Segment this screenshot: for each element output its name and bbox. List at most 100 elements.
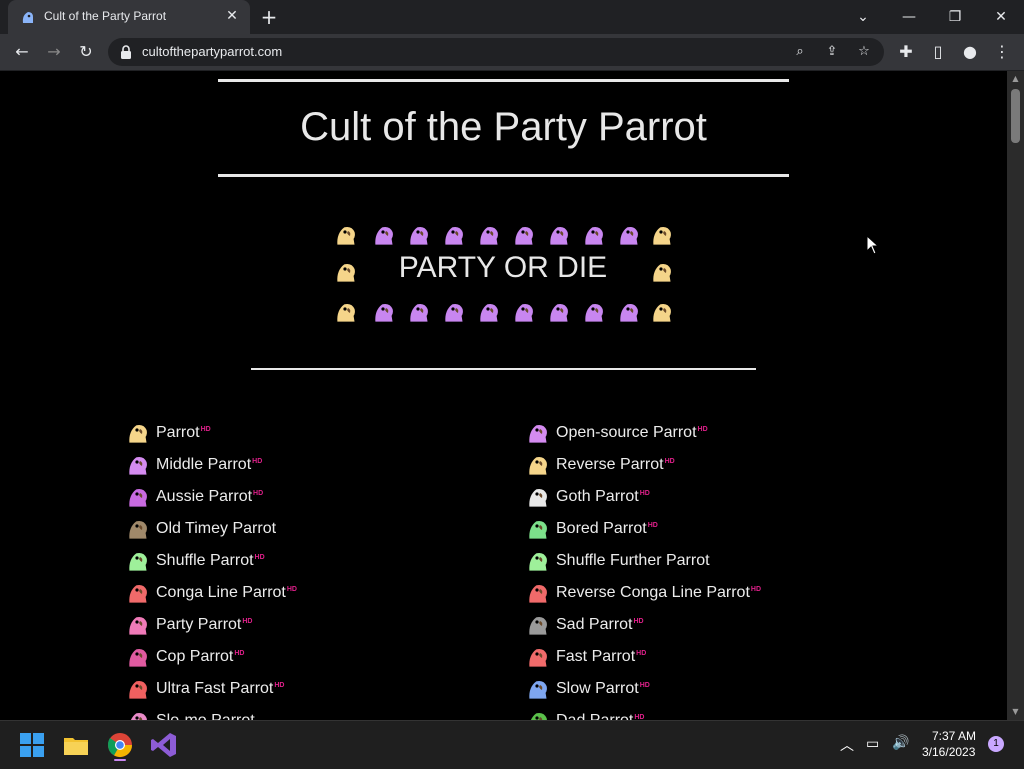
parrot-list-item[interactable]: Old Timey Parrot (126, 517, 466, 541)
parrot-name[interactable]: Reverse Conga Line ParrotHD (556, 584, 761, 602)
parrot-name[interactable]: Slow ParrotHD (556, 680, 650, 698)
parrot-icon[interactable] (526, 645, 550, 669)
parrot-name[interactable]: Slo-mo Parrot (156, 712, 255, 720)
back-button[interactable]: ← (10, 40, 34, 64)
parrot-list-item[interactable]: Conga Line ParrotHD (126, 581, 466, 605)
parrot-icon[interactable] (526, 613, 550, 637)
restore-button[interactable]: ❐ (944, 6, 966, 28)
parrot-name[interactable]: Open-source ParrotHD (556, 424, 708, 442)
parrot-icon[interactable] (126, 581, 150, 605)
parrot-list-item[interactable]: Slo-mo Parrot (126, 709, 466, 720)
parrot-icon[interactable] (126, 485, 150, 509)
hd-badge[interactable]: HD (252, 458, 262, 465)
hd-badge[interactable]: HD (640, 682, 650, 689)
hd-badge[interactable]: HD (640, 490, 650, 497)
clock-time[interactable]: 7:37 AM (932, 729, 976, 743)
parrot-name[interactable]: Reverse ParrotHD (556, 456, 675, 474)
parrot-list-item[interactable]: Party ParrotHD (126, 613, 466, 637)
hd-badge[interactable]: HD (255, 554, 265, 561)
parrot-name[interactable]: Shuffle ParrotHD (156, 552, 265, 570)
parrot-icon[interactable] (126, 645, 150, 669)
parrot-list-item[interactable]: Goth ParrotHD (526, 485, 866, 509)
parrot-icon[interactable] (126, 421, 150, 445)
parrot-list-item[interactable]: Dad ParrotHD (526, 709, 866, 720)
profile-icon[interactable]: ● (958, 40, 982, 64)
parrot-icon[interactable] (526, 421, 550, 445)
parrot-name[interactable]: Sad ParrotHD (556, 616, 644, 634)
bookmark-star-icon[interactable]: ☆ (854, 42, 874, 62)
parrot-icon[interactable] (126, 517, 150, 541)
parrot-icon[interactable] (526, 709, 550, 720)
parrot-list-item[interactable]: Middle ParrotHD (126, 453, 466, 477)
parrot-name[interactable]: Cop ParrotHD (156, 648, 245, 666)
tab-search-icon[interactable]: ⌄ (852, 6, 874, 28)
parrot-name[interactable]: Middle ParrotHD (156, 456, 262, 474)
parrot-name[interactable]: Aussie ParrotHD (156, 488, 263, 506)
parrot-list-item[interactable]: Cop ParrotHD (126, 645, 466, 669)
hd-badge[interactable]: HD (234, 650, 244, 657)
tray-chevron-icon[interactable]: ︿ (840, 735, 854, 755)
hd-badge[interactable]: HD (636, 650, 646, 657)
parrot-list-item[interactable]: ParrotHD (126, 421, 466, 445)
share-icon[interactable]: ⇪ (822, 42, 842, 62)
hd-badge[interactable]: HD (201, 426, 211, 433)
scrollbar-thumb[interactable] (1011, 89, 1020, 143)
parrot-list-item[interactable]: Aussie ParrotHD (126, 485, 466, 509)
parrot-name[interactable]: Shuffle Further Parrot (556, 552, 710, 570)
hd-badge[interactable]: HD (253, 490, 263, 497)
scrollbar[interactable]: ▲ ▼ (1007, 71, 1024, 720)
parrot-list-item[interactable]: Shuffle ParrotHD (126, 549, 466, 573)
search-icon[interactable]: ⌕ (790, 42, 810, 62)
hd-badge[interactable]: HD (287, 586, 297, 593)
browser-tab[interactable]: Cult of the Party Parrot ✕ (8, 0, 250, 34)
parrot-name[interactable]: Ultra Fast ParrotHD (156, 680, 284, 698)
parrot-icon[interactable] (526, 453, 550, 477)
parrot-list-item[interactable]: Shuffle Further Parrot (526, 549, 866, 573)
parrot-list-item[interactable]: Fast ParrotHD (526, 645, 866, 669)
clock-date[interactable]: 3/16/2023 (922, 745, 975, 759)
hd-badge[interactable]: HD (274, 682, 284, 689)
parrot-name[interactable]: Dad ParrotHD (556, 712, 645, 720)
extensions-icon[interactable]: ✚ (894, 40, 918, 64)
parrot-list-item[interactable]: Reverse Conga Line ParrotHD (526, 581, 866, 605)
parrot-list-item[interactable]: Reverse ParrotHD (526, 453, 866, 477)
side-panel-icon[interactable]: ▯ (926, 40, 950, 64)
hd-badge[interactable]: HD (665, 458, 675, 465)
address-bar[interactable]: cultofthepartyparrot.com ⌕ ⇪ ☆ (108, 38, 884, 66)
scroll-down-icon[interactable]: ▼ (1011, 708, 1020, 716)
parrot-icon[interactable] (526, 549, 550, 573)
parrot-list-item[interactable]: Slow ParrotHD (526, 677, 866, 701)
scroll-up-icon[interactable]: ▲ (1011, 75, 1020, 83)
network-icon[interactable]: ▭ (866, 735, 879, 752)
visual-studio-icon[interactable] (148, 729, 180, 761)
hd-badge[interactable]: HD (242, 618, 252, 625)
parrot-icon[interactable] (126, 709, 150, 720)
parrot-name[interactable]: Bored ParrotHD (556, 520, 658, 538)
hd-badge[interactable]: HD (698, 426, 708, 433)
volume-icon[interactable]: 🔊 (892, 734, 909, 751)
parrot-name[interactable]: Party ParrotHD (156, 616, 252, 634)
notification-badge[interactable]: 1 (988, 736, 1004, 752)
parrot-name[interactable]: Fast ParrotHD (556, 648, 646, 666)
lock-icon[interactable] (120, 45, 132, 59)
hd-badge[interactable]: HD (648, 522, 658, 529)
file-explorer-icon[interactable] (60, 729, 92, 761)
parrot-list-item[interactable]: Sad ParrotHD (526, 613, 866, 637)
parrot-name[interactable]: Old Timey Parrot (156, 520, 276, 538)
chrome-icon[interactable] (104, 729, 136, 761)
close-window-button[interactable]: ✕ (990, 6, 1012, 28)
parrot-name[interactable]: Goth ParrotHD (556, 488, 650, 506)
parrot-icon[interactable] (526, 485, 550, 509)
parrot-icon[interactable] (126, 613, 150, 637)
menu-icon[interactable]: ⋮ (990, 40, 1014, 64)
minimize-button[interactable]: — (898, 6, 920, 28)
parrot-name[interactable]: ParrotHD (156, 424, 211, 442)
parrot-icon[interactable] (526, 581, 550, 605)
parrot-icon[interactable] (126, 677, 150, 701)
parrot-list-item[interactable]: Open-source ParrotHD (526, 421, 866, 445)
parrot-icon[interactable] (126, 549, 150, 573)
parrot-list-item[interactable]: Ultra Fast ParrotHD (126, 677, 466, 701)
new-tab-button[interactable]: + (258, 6, 280, 28)
windows-start-icon[interactable] (16, 729, 48, 761)
forward-button[interactable]: → (42, 40, 66, 64)
